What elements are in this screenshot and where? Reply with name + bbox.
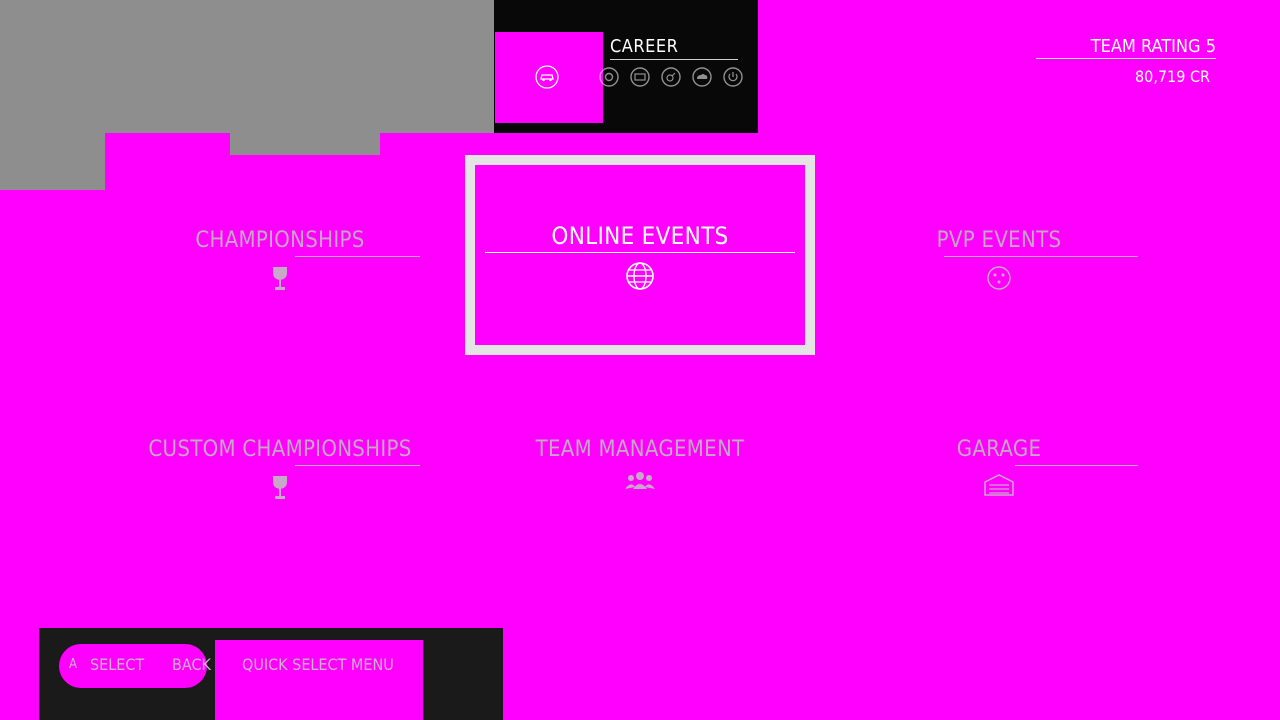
- tile-label: CUSTOM CHAMPIONSHIPS: [148, 437, 412, 462]
- cloud-icon[interactable]: [692, 67, 712, 87]
- career-tile[interactable]: [495, 32, 603, 123]
- tile-pvp-events[interactable]: PVP EVENTS: [860, 228, 1138, 291]
- tile-label: TEAM MANAGEMENT: [535, 437, 745, 462]
- tile-garage[interactable]: GARAGE: [860, 437, 1138, 496]
- tile-online-events[interactable]: ONLINE EVENTS: [465, 155, 815, 355]
- team-rating: TEAM RATING 5: [1035, 36, 1216, 59]
- divider: [295, 465, 420, 466]
- quick-select-box: [215, 640, 423, 720]
- mode-title: CAREER: [610, 36, 738, 60]
- wheel-icon[interactable]: [599, 67, 619, 87]
- back-button[interactable]: BACK: [172, 655, 211, 675]
- id-card-icon[interactable]: [630, 67, 650, 87]
- car-icon: [535, 65, 559, 89]
- quick-select-button[interactable]: QUICK SELECT MENU: [242, 655, 394, 675]
- tile-label: GARAGE: [956, 437, 1042, 462]
- mode-icon-bar: [599, 67, 743, 87]
- globe-icon: [626, 262, 654, 290]
- tile-label: ONLINE EVENTS: [551, 222, 729, 250]
- divider: [944, 256, 1138, 257]
- divider: [485, 252, 795, 253]
- a-button-icon: A: [69, 657, 77, 672]
- garage-icon: [984, 474, 1014, 496]
- background-scenery-mid: [230, 120, 380, 155]
- background-scenery-top-left: [0, 0, 494, 133]
- trophy-icon: [273, 267, 287, 290]
- trophy-icon: [273, 476, 287, 499]
- divider: [295, 256, 420, 257]
- tile-championships[interactable]: CHAMPIONSHIPS: [140, 228, 420, 293]
- select-button[interactable]: SELECT: [90, 655, 144, 675]
- divider: [1015, 465, 1138, 466]
- tile-label: PVP EVENTS: [936, 228, 1062, 253]
- tile-custom-championships[interactable]: CUSTOM CHAMPIONSHIPS: [140, 437, 420, 502]
- credits-balance: 80,719 CR: [1135, 67, 1210, 86]
- tune-icon[interactable]: [661, 67, 681, 87]
- tile-team-management[interactable]: TEAM MANAGEMENT: [500, 437, 780, 491]
- tile-label: CHAMPIONSHIPS: [195, 228, 365, 253]
- power-icon[interactable]: [723, 67, 743, 87]
- team-icon: [625, 472, 655, 489]
- pvp-icon: [987, 266, 1011, 290]
- background-scenery-left: [0, 120, 105, 190]
